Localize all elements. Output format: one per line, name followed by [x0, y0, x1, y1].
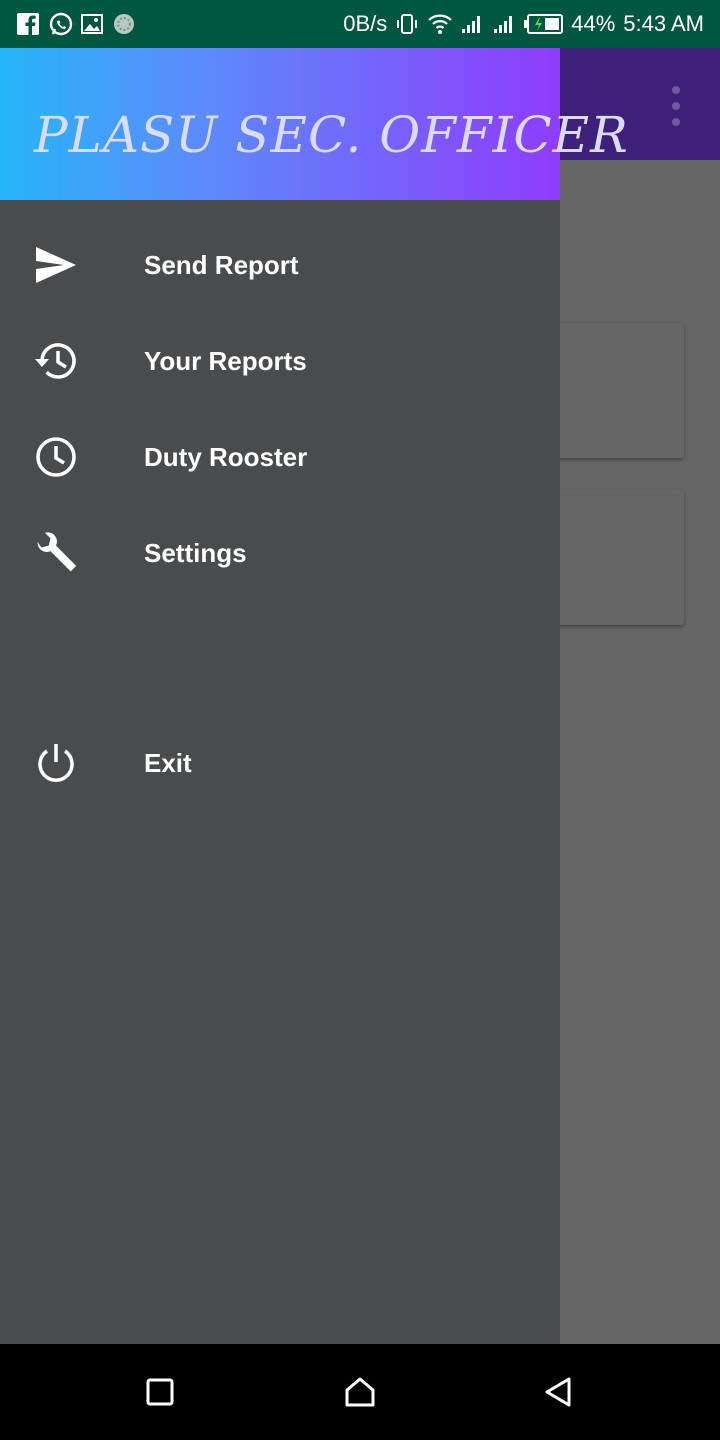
menu-item-your-reports[interactable]: Your Reports [0, 313, 560, 409]
clock-time: 5:43 AM [623, 11, 704, 36]
signal-icon-2 [491, 12, 515, 36]
net-speed: 0B/s [343, 11, 388, 36]
facebook-icon [16, 12, 40, 36]
menu-item-exit[interactable]: Exit [0, 715, 560, 811]
menu-item-label: Send Report [144, 249, 299, 280]
whatsapp-icon [48, 12, 73, 36]
menu-item-settings[interactable]: Settings [0, 505, 560, 601]
menu-item-send-report[interactable]: Send Report [0, 217, 560, 313]
clock-icon [34, 435, 78, 479]
gallery-icon [80, 12, 104, 36]
drawer-header: PLASU SEC. OFFICER [0, 48, 628, 200]
wrench-icon [34, 531, 78, 575]
drawer-title: PLASU SEC. OFFICER [34, 106, 629, 164]
recents-button[interactable] [140, 1372, 180, 1412]
battery-icon [523, 12, 564, 36]
status-system-icons: 0B/s 44% 5:43 AM [343, 11, 720, 37]
power-icon [34, 741, 78, 785]
history-icon [34, 339, 78, 383]
wifi-icon [427, 12, 452, 36]
status-bar: 0B/s 44% 5:43 AM [0, 0, 720, 48]
menu-item-label: Your Reports [144, 345, 307, 376]
back-button[interactable] [538, 1372, 578, 1412]
menu-item-label: Settings [144, 537, 247, 568]
send-icon [34, 243, 78, 287]
app-icon [112, 12, 136, 36]
system-navigation-bar [0, 1344, 720, 1440]
home-button[interactable] [340, 1372, 380, 1412]
menu-item-label: Duty Rooster [144, 441, 308, 472]
battery-percent: 44% [571, 11, 616, 36]
navigation-drawer: PLASU SEC. OFFICER Send Report Your Repo… [0, 48, 628, 1344]
overflow-menu-icon[interactable] [664, 86, 688, 126]
menu-item-label: Exit [144, 747, 192, 778]
menu-item-duty-rooster[interactable]: Duty Rooster [0, 409, 560, 505]
status-notification-icons [0, 12, 136, 36]
signal-icon [459, 12, 483, 36]
vibrate-icon [395, 12, 419, 36]
